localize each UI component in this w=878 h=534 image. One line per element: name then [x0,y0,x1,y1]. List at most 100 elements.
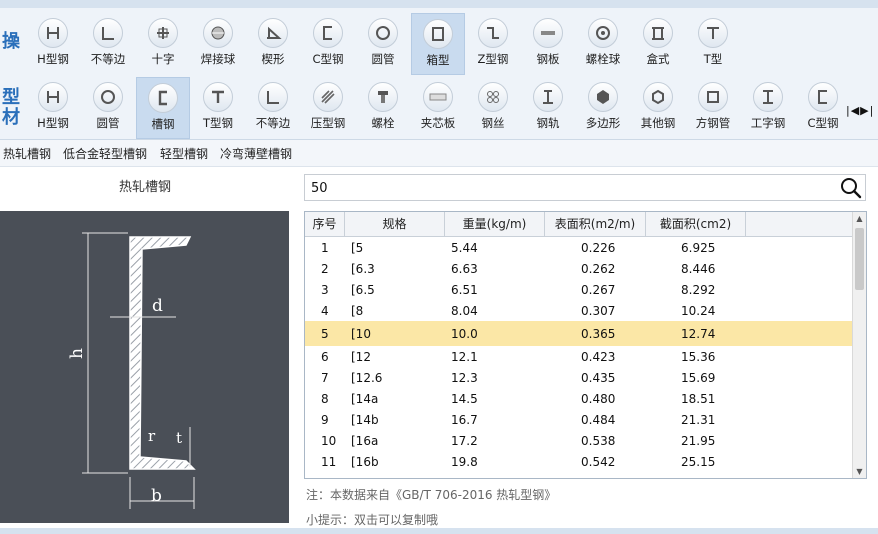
table-row[interactable]: 1 [5 5.44 0.226 6.925 [305,237,853,258]
tool-profile-rail[interactable]: 钢轨 [521,77,575,139]
steel-plate-icon [533,18,563,48]
col-header-weight[interactable]: 重量(kg/m) [445,212,545,236]
tool-profile-other-steel[interactable]: 其他钢 [631,77,685,139]
table-scrollbar[interactable]: ▲ ▼ [852,212,866,478]
tool-op-c-channel[interactable]: C型钢 [301,13,355,75]
bolt-icon [368,82,398,112]
search-box [304,174,866,201]
i-beam-icon [753,82,783,112]
table-row[interactable]: 9 [14b 16.7 0.484 21.31 [305,409,853,430]
tool-profile-sandwich-panel[interactable]: 夹芯板 [411,77,465,139]
tool-profile-polygon[interactable]: 多边形 [576,77,630,139]
copy-tip: 小提示：双击可以复制哦 [306,513,439,527]
table-cell: 5 [321,326,329,341]
tool-label: H型钢 [37,52,69,66]
table-cell: 0.484 [581,412,616,427]
scroll-up-icon[interactable]: ▲ [853,212,866,225]
table-row[interactable]: 7 [12.6 12.3 0.435 15.69 [305,367,853,388]
tool-profile-round-tube[interactable]: 圆管 [81,77,135,139]
table-cell: 7 [321,370,329,385]
tool-label: 盒式 [646,52,670,66]
tool-profile-square-tube[interactable]: 方钢管 [686,77,740,139]
col-header-index[interactable]: 序号 [305,212,345,236]
col-header-spec[interactable]: 规格 [345,212,445,236]
subtab-hot-rolled[interactable]: 热轧槽钢 [3,145,51,162]
tool-op-h-beam[interactable]: H型钢 [26,13,80,75]
table-cell: 10.0 [451,326,478,341]
tool-label: 圆管 [371,52,395,66]
scroll-down-icon[interactable]: ▼ [853,465,866,478]
table-cell: 12.74 [681,326,716,341]
tool-profile-steel-wire[interactable]: 钢丝 [466,77,520,139]
table-cell: [12 [351,349,371,364]
table-cell: 0.538 [581,433,616,448]
subtab-cold-formed[interactable]: 冷弯薄壁槽钢 [220,145,292,162]
scroll-right-icon[interactable]: ▶| [860,104,874,117]
tool-label: 钢轨 [536,116,560,130]
tool-op-round-tube[interactable]: 圆管 [356,13,410,75]
tool-op-unequal-angle[interactable]: 不等边 [81,13,135,75]
tool-profile-t-steel[interactable]: T型钢 [191,77,245,139]
tool-label: 箱型 [426,53,450,67]
tool-profile-unequal-angle[interactable]: 不等边 [246,77,300,139]
c-channel-icon [808,82,838,112]
round-tube-icon [93,82,123,112]
tool-op-z-section[interactable]: Z型钢 [466,13,520,75]
tool-profile-c-channel[interactable]: C型钢 [796,77,850,139]
subtab-light[interactable]: 轻型槽钢 [160,145,208,162]
tool-op-steel-plate[interactable]: 钢板 [521,13,575,75]
table-cell: 19.8 [451,454,478,469]
cross-section-icon [148,18,178,48]
tool-profile-channel-steel[interactable]: 槽钢 [136,77,190,139]
tool-op-welded-ball[interactable]: 焊接球 [191,13,245,75]
tool-op-t-section[interactable]: T型 [686,13,740,75]
tool-label: 钢板 [536,52,560,66]
table-row[interactable]: 10 [16a 17.2 0.538 21.95 [305,430,853,451]
tool-label: C型钢 [312,52,344,66]
tool-profile-bolt[interactable]: 螺栓 [356,77,410,139]
unequal-angle-icon [93,18,123,48]
tool-op-box-section[interactable]: 箱型 [411,13,465,75]
tool-op-cross-section[interactable]: 十字 [136,13,190,75]
scroll-thumb[interactable] [855,228,864,290]
table-row[interactable]: 11 [16b 19.8 0.542 25.15 [305,451,853,472]
subtab-low-alloy-light[interactable]: 低合金轻型槽钢 [63,145,147,162]
dim-label-b: b [151,486,162,506]
profiled-steel-icon [313,82,343,112]
table-cell: 11 [321,454,337,469]
h-beam-icon [38,82,68,112]
col-header-surface[interactable]: 表面积(m2/m) [545,212,646,236]
table-cell: 12.3 [451,370,478,385]
table-cell: [5 [351,240,364,255]
search-icon[interactable] [840,177,862,199]
table-row[interactable]: 6 [12 12.1 0.423 15.36 [305,346,853,367]
tool-profile-h-beam[interactable]: H型钢 [26,77,80,139]
table-row-selected[interactable]: 5 [10 10.0 0.365 12.74 [305,321,853,346]
table-cell: [16a [351,433,379,448]
col-header-area[interactable]: 截面积(cm2) [646,212,746,236]
table-row[interactable]: 2 [6.3 6.63 0.262 8.446 [305,258,853,279]
tool-op-bolt-ball[interactable]: 螺栓球 [576,13,630,75]
tool-label: 工字钢 [750,116,786,130]
table-cell: 16.7 [451,412,478,427]
toolbar-scroll-arrows[interactable]: |◀▶| [846,104,874,117]
table-row[interactable]: 8 [14a 14.5 0.480 18.51 [305,388,853,409]
search-input[interactable] [309,178,833,198]
tool-profile-profiled-steel[interactable]: 压型钢 [301,77,355,139]
tool-op-wedge[interactable]: 楔形 [246,13,300,75]
table-row[interactable]: 4 [8 8.04 0.307 10.24 [305,300,853,321]
tool-profile-i-beam[interactable]: 工字钢 [741,77,795,139]
tool-op-box-type[interactable]: 盒式 [631,13,685,75]
window-bottom-strip [0,528,878,534]
scroll-left-icon[interactable]: |◀ [846,104,860,117]
channel-steel-icon [148,83,178,113]
c-channel-icon [313,18,343,48]
table-cell: 14.5 [451,391,478,406]
table-row[interactable]: 3 [6.5 6.51 0.267 8.292 [305,279,853,300]
table-cell: 2 [321,261,329,276]
z-section-icon [478,18,508,48]
dim-label-t: t [176,429,182,447]
group-label-bottom-2: 材 [2,107,20,128]
table-cell: 21.31 [681,412,716,427]
tool-label: 圆管 [96,116,120,130]
